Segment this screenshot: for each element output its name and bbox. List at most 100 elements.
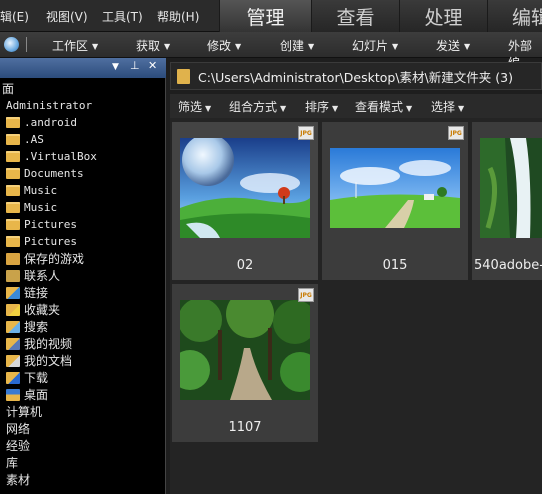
tree-item-saved-games[interactable]: 保存的游戏 (0, 250, 166, 267)
close-icon[interactable]: ✕ (148, 59, 157, 72)
tab-view[interactable]: 查看 (311, 0, 399, 32)
thumbnail-image (330, 138, 460, 238)
jpg-badge-icon: JPG (448, 126, 464, 140)
tree-item-desktop[interactable]: 面 (0, 80, 166, 97)
tree-item-label: 网络 (6, 422, 31, 436)
tree-item-label: 收藏夹 (24, 303, 61, 317)
tree-item-downloads[interactable]: 下载 (0, 369, 166, 386)
tree-item-links[interactable]: 链接 (0, 284, 166, 301)
chevron-down-icon: ▼ (280, 104, 287, 113)
toolbar-create[interactable]: 创建 ▼ (280, 37, 314, 54)
chevron-down-icon: ▼ (235, 42, 242, 51)
downloads-icon (6, 371, 20, 384)
thumbnail-image (480, 138, 542, 238)
chevron-down-icon: ▼ (464, 42, 471, 51)
tree-item-administrator[interactable]: Administrator (0, 97, 166, 114)
folder-icon (6, 202, 20, 213)
tab-edit[interactable]: 编辑 (487, 0, 542, 32)
group-by-button[interactable]: 组合方式 ▼ (229, 98, 286, 115)
thumbnail-grid: JPG 02 JPG 015 540adobe- JPG 1107 (170, 118, 542, 494)
tree-item-label: Music (24, 201, 58, 214)
path-bar[interactable]: C:\Users\Administrator\Desktop\素材\新建文件夹 … (170, 62, 542, 90)
menu-edit[interactable]: 辑(E) (0, 8, 29, 25)
folder-icon (6, 134, 20, 145)
thumbnail-image (180, 300, 310, 400)
tree-item-library[interactable]: 库 (0, 454, 166, 471)
current-path: C:\Users\Administrator\Desktop\素材\新建文件夹 … (198, 69, 513, 85)
chevron-down-icon: ▼ (392, 42, 399, 51)
chevron-down-icon: ▼ (92, 42, 99, 51)
menu-view[interactable]: 视图(V) (46, 8, 88, 25)
toolbar-slideshow[interactable]: 幻灯片 ▼ (352, 37, 398, 54)
toolbar-workspace[interactable]: 工作区 ▼ (52, 37, 98, 54)
menu-help[interactable]: 帮助(H) (157, 8, 199, 25)
tree-item-materials[interactable]: 素材 (0, 471, 166, 488)
tree-item-virtualbox[interactable]: .VirtualBox (0, 148, 166, 165)
folder-icon (6, 117, 20, 128)
tree-item-label: 桌面 (24, 388, 49, 402)
tree-item-label: 搜索 (24, 320, 49, 334)
tree-item-my-videos[interactable]: 我的视频 (0, 335, 166, 352)
toolbar-modify[interactable]: 修改 ▼ (207, 37, 241, 54)
thumbnail-item[interactable]: JPG 015 (322, 122, 468, 280)
chevron-down-icon: ▼ (406, 104, 413, 113)
tree-item-music[interactable]: Music (0, 199, 166, 216)
links-icon (6, 286, 20, 299)
favorites-icon (6, 303, 20, 316)
tree-item-favorites[interactable]: 收藏夹 (0, 301, 166, 318)
chevron-down-icon: ▼ (458, 104, 465, 113)
folder-icon (6, 236, 20, 247)
tree-item-music[interactable]: Music (0, 182, 166, 199)
folder-icon (6, 151, 20, 162)
tree-item-label: 库 (6, 456, 19, 470)
select-button[interactable]: 选择 ▼ (431, 98, 464, 115)
tree-item-label: 素材 (6, 473, 31, 487)
pin-icon[interactable]: ⊥ (130, 59, 140, 72)
tree-item-pictures[interactable]: Pictures (0, 216, 166, 233)
menu-tools[interactable]: 工具(T) (102, 8, 143, 25)
search-folder-icon (6, 320, 20, 333)
thumbnail-caption: 1107 (228, 420, 262, 435)
tree-item-documents[interactable]: Documents (0, 165, 166, 182)
tree-item-experience[interactable]: 经验 (0, 437, 166, 454)
desktop-icon (6, 388, 20, 401)
filter-button[interactable]: 筛选 ▼ (178, 98, 211, 115)
documents-icon (6, 354, 20, 367)
view-mode-button[interactable]: 查看模式 ▼ (355, 98, 412, 115)
thumbnail-item[interactable]: 540adobe- (472, 122, 542, 280)
tree-item-label: 下载 (24, 371, 49, 385)
folder-icon (6, 219, 20, 230)
tab-process[interactable]: 处理 (399, 0, 487, 32)
folder-icon (6, 185, 20, 196)
tree-item-my-documents[interactable]: 我的文档 (0, 352, 166, 369)
chevron-down-icon: ▼ (308, 42, 315, 51)
thumbnail-item[interactable]: JPG 02 (172, 122, 318, 280)
panel-menu-icon[interactable]: ▼ (112, 62, 119, 72)
tree-item-desktop-folder[interactable]: 桌面 (0, 386, 166, 403)
toolbar-acquire[interactable]: 获取 ▼ (136, 37, 170, 54)
tree-item-android[interactable]: .android (0, 114, 166, 131)
chevron-down-icon: ▼ (164, 42, 171, 51)
folders-panel-header: ▼ ⊥ ✕ (0, 58, 166, 78)
tree-item-label: 计算机 (6, 405, 43, 419)
tree-item-as[interactable]: .AS (0, 131, 166, 148)
tree-item-label: 我的视频 (24, 337, 73, 351)
toolbar-send[interactable]: 发送 ▼ (436, 37, 470, 54)
tree-item-network[interactable]: 网络 (0, 420, 166, 437)
folder-icon (177, 68, 190, 84)
thumbnail-item[interactable]: JPG 1107 (172, 284, 318, 442)
menu-bar: 辑(E) 视图(V) 工具(T) 帮助(H) 管理 查看 处理 编辑 (0, 0, 542, 32)
tree-item-contacts[interactable]: 联系人 (0, 267, 166, 284)
home-orb-icon[interactable] (4, 37, 19, 52)
tree-item-computer[interactable]: 计算机 (0, 403, 166, 420)
sort-button[interactable]: 排序 ▼ (305, 98, 338, 115)
chevron-down-icon: ▼ (332, 104, 339, 113)
tree-item-search[interactable]: 搜索 (0, 318, 166, 335)
tab-manage[interactable]: 管理 (219, 0, 311, 32)
jpg-badge-icon: JPG (298, 126, 314, 140)
contacts-icon (6, 269, 20, 282)
tree-item-label: Music (24, 184, 58, 197)
videos-icon (6, 337, 20, 350)
tree-item-pictures[interactable]: Pictures (0, 233, 166, 250)
chevron-down-icon: ▼ (205, 104, 212, 113)
